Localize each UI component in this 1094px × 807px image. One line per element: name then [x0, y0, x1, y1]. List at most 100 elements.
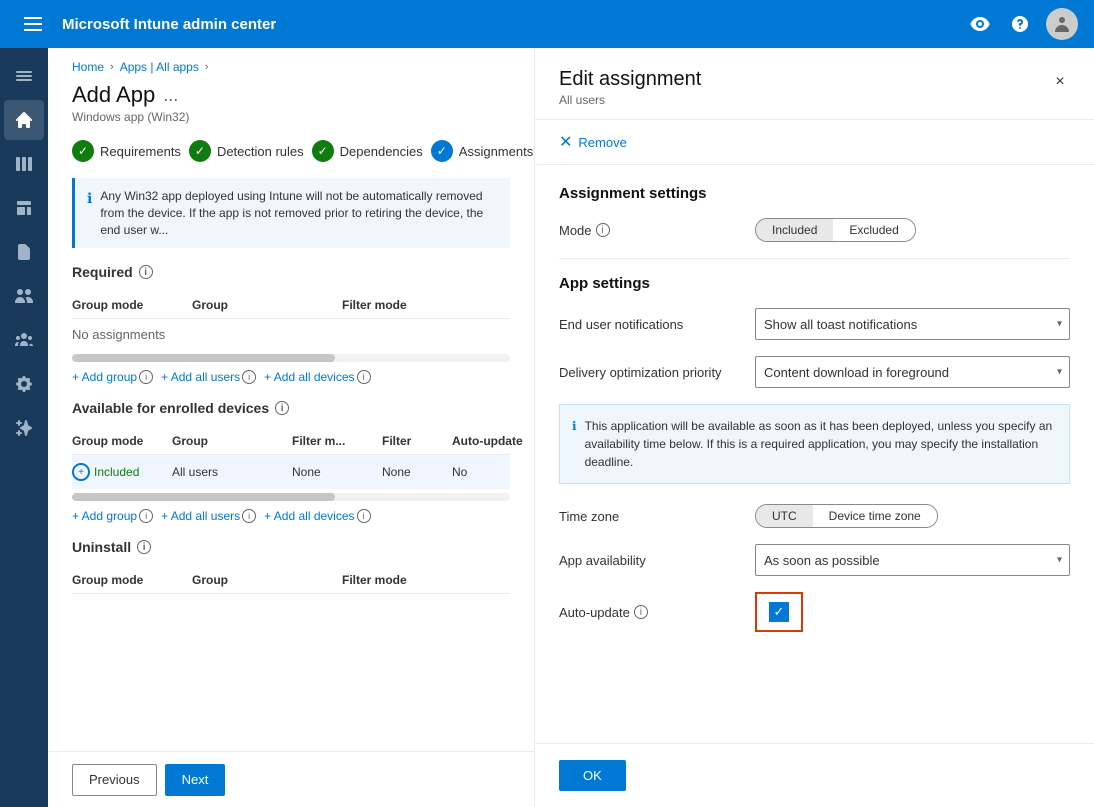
add-users-avail-info[interactable]: i: [242, 509, 256, 523]
add-all-devices-required[interactable]: + Add all devices i: [264, 370, 370, 384]
required-info-icon[interactable]: i: [139, 265, 153, 279]
uninstall-section: Uninstall i Group mode Group Filter mode: [48, 539, 534, 610]
col-group-mode-uninstall: Group mode: [72, 573, 192, 587]
remove-button[interactable]: ✕ Remove: [535, 120, 1094, 165]
sidebar-item-home[interactable]: [4, 100, 44, 140]
sidebar-item-settings[interactable]: [4, 364, 44, 404]
delivery-optimization-dropdown[interactable]: Content download in foregroundContent do…: [755, 356, 1070, 388]
sidebar-item-devices[interactable]: [4, 188, 44, 228]
required-title: Required i: [72, 264, 510, 280]
remove-label: Remove: [578, 135, 626, 150]
available-title: Available for enrolled devices i: [72, 400, 510, 416]
breadcrumb-sep1: ›: [110, 61, 114, 73]
device-time-btn[interactable]: Device time zone: [813, 505, 937, 527]
col-group-mode-avail: Group mode: [72, 434, 172, 448]
mode-row: Mode i Included Excluded: [559, 218, 1070, 242]
mode-toggle-group[interactable]: Included Excluded: [755, 218, 916, 242]
add-all-devices-available[interactable]: + Add all devices i: [264, 509, 370, 523]
info-banner: ℹ Any Win32 app deployed using Intune wi…: [72, 178, 510, 248]
menu-icon[interactable]: [16, 9, 50, 39]
mode-included-btn[interactable]: Included: [756, 219, 833, 241]
close-button[interactable]: ×: [1046, 68, 1074, 96]
sidebar-item-apps[interactable]: [4, 232, 44, 272]
sidebar-item-expand[interactable]: [4, 56, 44, 96]
mode-excluded-btn[interactable]: Excluded: [833, 219, 914, 241]
step-detection: ✓ Detection rules: [189, 140, 304, 162]
step-check-detection: ✓: [189, 140, 211, 162]
breadcrumb-apps[interactable]: Apps | All apps: [120, 60, 199, 74]
add-users-info[interactable]: i: [242, 370, 256, 384]
page-title-ellipsis: ...: [163, 85, 178, 106]
step-label-requirements: Requirements: [100, 144, 181, 159]
panel-subtitle: All users: [559, 93, 1070, 107]
time-zone-toggle[interactable]: UTC Device time zone: [755, 504, 938, 528]
col-filter-avail: Filter: [382, 434, 452, 448]
sidebar-item-groups[interactable]: [4, 320, 44, 360]
previous-button[interactable]: Previous: [72, 764, 157, 796]
sidebar-item-dashboard[interactable]: [4, 144, 44, 184]
app-availability-dropdown-wrapper: As soon as possibleSpecific date and tim…: [755, 544, 1070, 576]
user-avatar[interactable]: [1046, 8, 1078, 40]
panel-body: Assignment settings Mode i Included Excl…: [535, 165, 1094, 743]
step-label-detection: Detection rules: [217, 144, 304, 159]
available-scrollbar[interactable]: [72, 493, 510, 501]
mode-info-icon[interactable]: i: [596, 223, 610, 237]
page-title-text: Add App: [72, 82, 155, 108]
available-info-icon[interactable]: i: [275, 401, 289, 415]
uninstall-title: Uninstall i: [72, 539, 510, 555]
auto-update-checkbox[interactable]: ✓: [769, 602, 789, 622]
step-check-assignments: ✓: [431, 140, 453, 162]
sidebar-item-tools[interactable]: [4, 408, 44, 448]
auto-update-info-icon[interactable]: i: [634, 605, 648, 619]
col-group-mode-req: Group mode: [72, 298, 192, 312]
add-devices-info[interactable]: i: [357, 370, 371, 384]
col-group-req: Group: [192, 298, 342, 312]
end-user-notifications-row: End user notifications Show all toast no…: [559, 308, 1070, 340]
app-settings-title: App settings: [559, 275, 1070, 292]
ok-button[interactable]: OK: [559, 760, 626, 791]
add-all-users-available[interactable]: + Add all users i: [161, 509, 256, 523]
breadcrumb-sep2: ›: [205, 61, 209, 73]
step-check-requirements: ✓: [72, 140, 94, 162]
info-banner-text: Any Win32 app deployed using Intune will…: [100, 188, 498, 238]
sidebar-item-users[interactable]: [4, 276, 44, 316]
add-devices-avail-info[interactable]: i: [357, 509, 371, 523]
step-dependencies: ✓ Dependencies: [312, 140, 423, 162]
table-row[interactable]: + Included All users None None No: [72, 455, 510, 489]
breadcrumb-home[interactable]: Home: [72, 60, 104, 74]
main-content: Home › Apps | All apps › Add App ... Win…: [48, 48, 534, 807]
available-table-header: Group mode Group Filter m... Filter Auto…: [72, 428, 510, 455]
add-group-info[interactable]: i: [139, 370, 153, 384]
panel-footer: OK: [535, 743, 1094, 807]
help-icon[interactable]: [1006, 10, 1034, 38]
add-group-avail-info[interactable]: i: [139, 509, 153, 523]
end-user-label: End user notifications: [559, 317, 739, 332]
row-autoupdate: No: [452, 465, 534, 479]
end-user-notifications-dropdown[interactable]: Show all toast notificationsShow only re…: [755, 308, 1070, 340]
auto-update-checkbox-wrapper: ✓: [755, 592, 803, 632]
delivery-optimization-row: Delivery optimization priority Content d…: [559, 356, 1070, 388]
add-group-required[interactable]: + Add group i: [72, 370, 153, 384]
end-user-dropdown-wrapper: Show all toast notificationsShow only re…: [755, 308, 1070, 340]
auto-update-label: Auto-update i: [559, 605, 739, 620]
panel-info-icon: ℹ: [572, 417, 577, 471]
uninstall-info-icon[interactable]: i: [137, 540, 151, 554]
utc-btn[interactable]: UTC: [756, 505, 813, 527]
row-filter-mode: None: [292, 465, 382, 479]
settings-icon[interactable]: [966, 10, 994, 38]
add-group-available[interactable]: + Add group i: [72, 509, 153, 523]
topbar: Microsoft Intune admin center: [0, 0, 1094, 48]
app-availability-dropdown[interactable]: As soon as possibleSpecific date and tim…: [755, 544, 1070, 576]
add-links-available: + Add group i + Add all users i + Add al…: [72, 509, 510, 523]
required-scrollbar[interactable]: [72, 354, 510, 362]
next-button[interactable]: Next: [165, 764, 226, 796]
delivery-label: Delivery optimization priority: [559, 365, 739, 380]
auto-update-row: Auto-update i ✓: [559, 592, 1070, 632]
col-filter-uninstall: Filter mode: [342, 573, 462, 587]
no-assignments-text: No assignments: [72, 319, 510, 350]
add-links-required: + Add group i + Add all users i + Add al…: [72, 370, 510, 384]
group-mode-badge: + Included: [72, 463, 172, 481]
col-group-avail: Group: [172, 434, 292, 448]
add-all-users-required[interactable]: + Add all users i: [161, 370, 256, 384]
available-section: Available for enrolled devices i Group m…: [48, 400, 534, 539]
